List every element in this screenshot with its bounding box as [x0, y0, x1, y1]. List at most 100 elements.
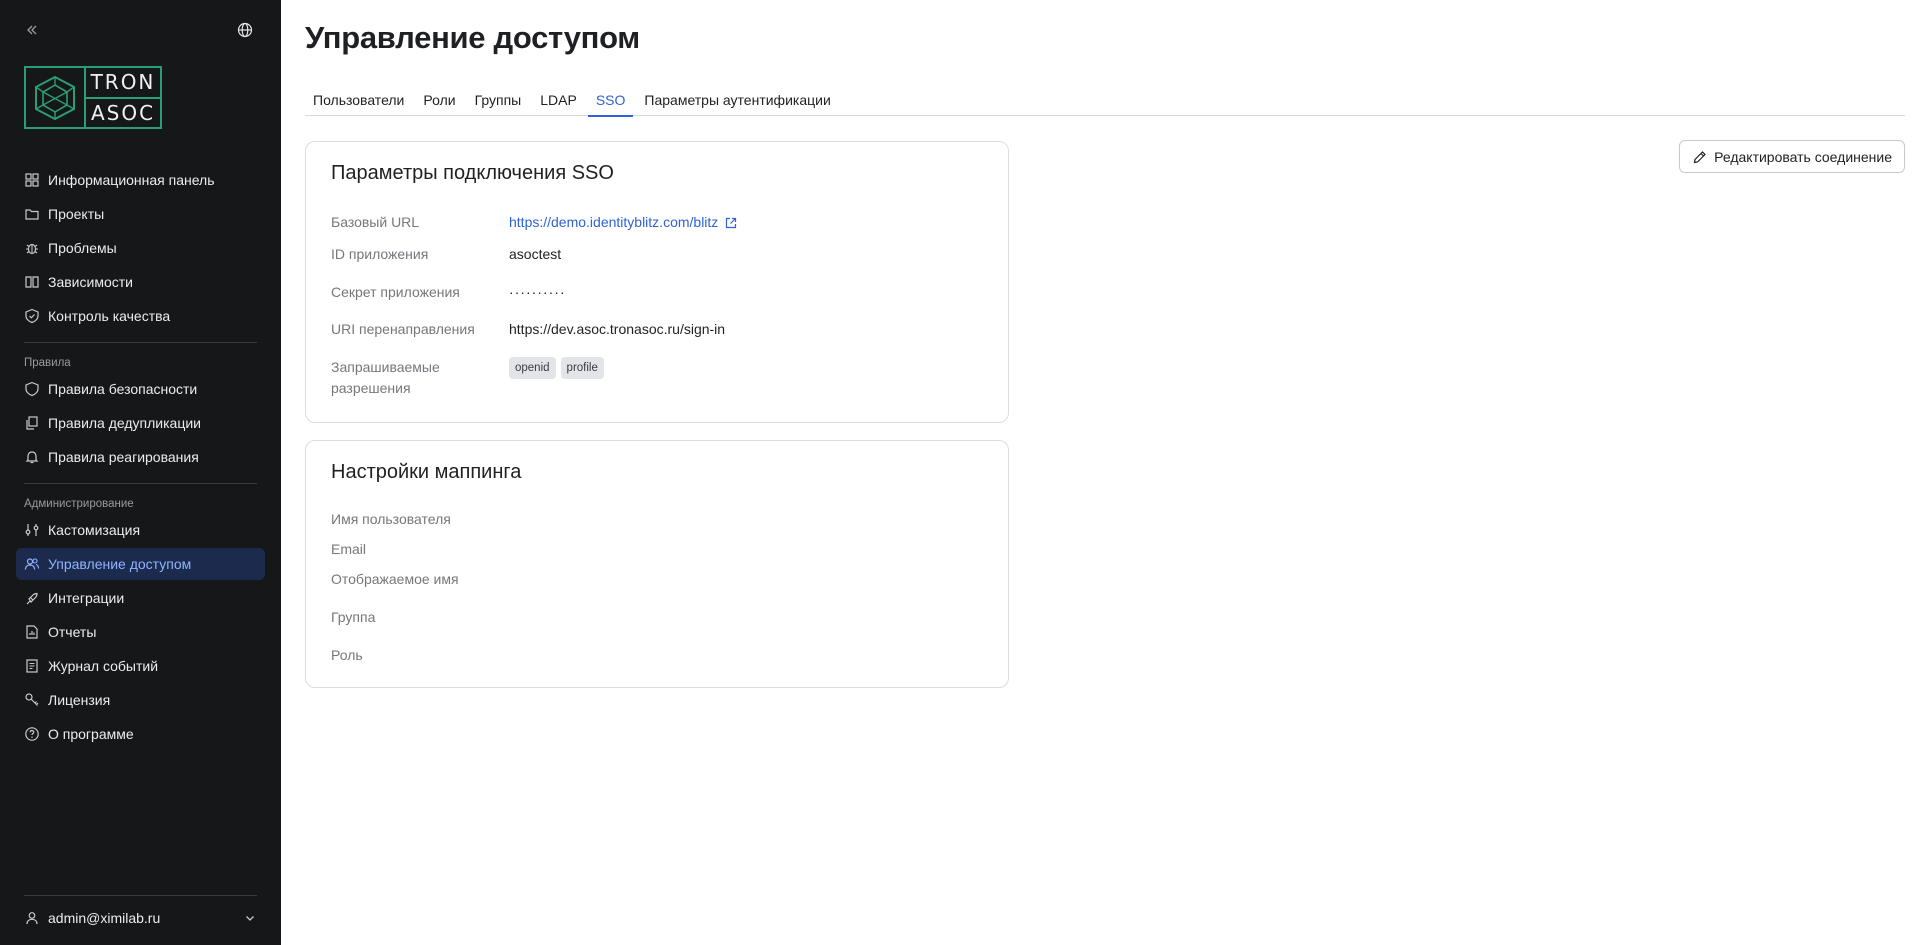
- shield-icon: [24, 381, 40, 397]
- app-id-value: asoctest: [509, 246, 562, 262]
- sidebar-divider: [24, 342, 257, 343]
- user-email: admin@ximilab.ru: [48, 910, 161, 926]
- scopes-label-line-2: разрешения: [331, 380, 411, 396]
- sidebar-item-label: Проекты: [48, 206, 105, 222]
- base-url-link[interactable]: https://demo.identityblitz.com/blitz: [509, 212, 738, 233]
- role-mapping-row: Роль: [331, 645, 988, 666]
- plug-icon: [24, 590, 40, 606]
- app-secret-label: Секрет приложения: [331, 284, 460, 300]
- key-icon: [24, 692, 40, 708]
- sidebar-item-security-rules[interactable]: Правила безопасности: [16, 373, 265, 405]
- scopes-row: Запрашиваемые разрешения openid profile: [331, 357, 988, 399]
- sidebar-item-label: Журнал событий: [48, 658, 159, 674]
- page-title: Управление доступом: [305, 20, 640, 55]
- bell-icon: [24, 449, 40, 465]
- tab-sso[interactable]: SSO: [587, 83, 634, 117]
- sidebar-nav: Информационная панель Проекты Проблемы З…: [16, 164, 265, 752]
- sidebar-item-projects[interactable]: Проекты: [16, 198, 265, 230]
- sidebar-divider: [24, 895, 257, 896]
- edit-connection-label: Редактировать соединение: [1714, 148, 1892, 165]
- log-icon: [24, 658, 40, 674]
- sidebar-item-label: Правила дедупликации: [48, 415, 202, 431]
- mapping-card: Настройки маппинга Имя пользователя Emai…: [305, 440, 1009, 688]
- sidebar-divider: [24, 483, 257, 484]
- sso-connection-card: Параметры подключения SSO Базовый URL ht…: [305, 141, 1009, 423]
- username-mapping-row: Имя пользователя: [331, 509, 988, 530]
- group-mapping-row: Группа: [331, 607, 988, 628]
- base-url-row: Базовый URL https://demo.identityblitz.c…: [331, 212, 988, 233]
- display-name-mapping-label: Отображаемое имя: [331, 571, 459, 587]
- tab-ldap[interactable]: LDAP: [532, 83, 585, 116]
- bug-icon: [24, 240, 40, 256]
- sidebar-item-reports[interactable]: Отчеты: [16, 616, 265, 648]
- help-icon: [24, 726, 40, 742]
- sidebar-item-label: Правила реагирования: [48, 449, 199, 465]
- sidebar-item-label: Лицензия: [48, 692, 111, 708]
- tab-roles[interactable]: Роли: [415, 83, 463, 116]
- brand-logo[interactable]: TRON ASOC: [24, 66, 162, 129]
- sidebar-item-label: Зависимости: [48, 274, 133, 290]
- brand-line-2: ASOC: [90, 100, 156, 125]
- sidebar-item-dedup-rules[interactable]: Правила дедупликации: [16, 407, 265, 439]
- user-menu[interactable]: admin@ximilab.ru: [24, 907, 257, 929]
- sliders-icon: [24, 522, 40, 538]
- base-url-label: Базовый URL: [331, 214, 420, 230]
- sidebar-item-label: Управление доступом: [48, 556, 192, 572]
- app-secret-row: Секрет приложения ··········: [331, 282, 988, 303]
- role-mapping-label: Роль: [331, 647, 363, 663]
- username-mapping-label: Имя пользователя: [331, 511, 451, 527]
- sidebar-item-response-rules[interactable]: Правила реагирования: [16, 441, 265, 473]
- copy-icon: [24, 415, 40, 431]
- sidebar-item-label: Контроль качества: [48, 308, 171, 324]
- scope-chip: openid: [509, 357, 556, 379]
- sidebar-item-customization[interactable]: Кастомизация: [16, 514, 265, 546]
- sidebar-item-label: Проблемы: [48, 240, 117, 256]
- app-id-label: ID приложения: [331, 246, 429, 262]
- email-mapping-row: Email: [331, 539, 988, 560]
- sidebar-item-dependencies[interactable]: Зависимости: [16, 266, 265, 298]
- tab-users[interactable]: Пользователи: [305, 83, 412, 116]
- tabs: Пользователи Роли Группы LDAP SSO Параме…: [305, 83, 1905, 117]
- scopes-label: Запрашиваемые разрешения: [331, 357, 509, 399]
- sidebar-item-issues[interactable]: Проблемы: [16, 232, 265, 264]
- dashboard-icon: [24, 172, 40, 188]
- sidebar-item-event-log[interactable]: Журнал событий: [16, 650, 265, 682]
- scope-chip: profile: [560, 357, 604, 379]
- sidebar-top: [24, 22, 257, 44]
- folder-icon: [24, 206, 40, 222]
- group-mapping-label: Группа: [331, 609, 376, 625]
- collapse-sidebar-icon[interactable]: [24, 22, 44, 42]
- sidebar-item-integrations[interactable]: Интеграции: [16, 582, 265, 614]
- display-name-mapping-row: Отображаемое имя: [331, 569, 988, 590]
- users-icon: [24, 556, 40, 572]
- scopes-list: openid profile: [509, 357, 609, 399]
- pencil-icon: [1692, 149, 1708, 165]
- tab-groups[interactable]: Группы: [467, 83, 530, 116]
- sidebar-item-label: Отчеты: [48, 624, 97, 640]
- brand-line-1: TRON: [86, 68, 160, 99]
- globe-icon[interactable]: [237, 22, 257, 42]
- redirect-uri-label: URI перенаправления: [331, 321, 475, 337]
- sidebar-section-rules: Правила: [24, 357, 71, 369]
- user-icon: [24, 910, 40, 926]
- sidebar-item-license[interactable]: Лицензия: [16, 684, 265, 716]
- edit-connection-button[interactable]: Редактировать соединение: [1679, 140, 1905, 173]
- scopes-label-line-1: Запрашиваемые: [331, 359, 440, 375]
- sidebar-item-quality[interactable]: Контроль качества: [16, 300, 265, 332]
- chevron-down-icon: [243, 911, 257, 925]
- brand-mark-icon: [26, 68, 86, 127]
- shield-check-icon: [24, 308, 40, 324]
- sidebar-item-label: О программе: [48, 726, 134, 742]
- brand-text: TRON ASOC: [86, 68, 160, 127]
- sidebar-item-access-management[interactable]: Управление доступом: [16, 548, 265, 580]
- sidebar-item-dashboard[interactable]: Информационная панель: [16, 164, 265, 196]
- report-icon: [24, 624, 40, 640]
- tab-auth-settings[interactable]: Параметры аутентификации: [636, 83, 838, 116]
- sidebar-item-label: Правила безопасности: [48, 381, 198, 397]
- base-url-value: https://demo.identityblitz.com/blitz: [509, 214, 719, 230]
- book-icon: [24, 274, 40, 290]
- app-secret-value: ··········: [509, 284, 566, 300]
- mapping-card-title: Настройки маппинга: [331, 461, 522, 483]
- sidebar-item-about[interactable]: О программе: [16, 718, 265, 750]
- sidebar-item-label: Информационная панель: [48, 172, 215, 188]
